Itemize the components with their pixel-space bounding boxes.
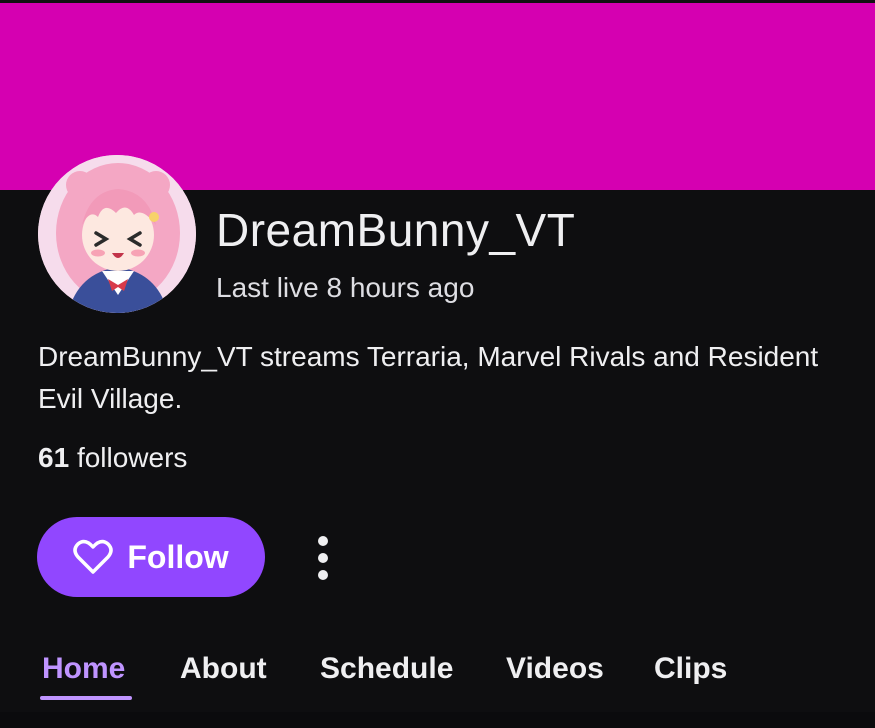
anime-girl-avatar-icon [38, 155, 196, 313]
tab-home[interactable]: Home [42, 645, 125, 693]
vertical-ellipsis-icon [318, 536, 328, 546]
tab-about[interactable]: About [180, 645, 267, 693]
active-tab-indicator [40, 696, 132, 700]
follow-button[interactable]: Follow [37, 517, 265, 597]
follow-button-label: Follow [127, 538, 229, 575]
vertical-ellipsis-icon [318, 553, 328, 563]
follower-count: 61 followers [38, 440, 187, 476]
more-options-button[interactable] [304, 532, 342, 584]
follower-count-number: 61 [38, 442, 70, 473]
follower-count-label: followers [76, 442, 188, 473]
channel-name: DreamBunny_VT [216, 204, 576, 256]
bottom-edge [0, 712, 875, 728]
heart-outline-icon [73, 539, 114, 574]
tab-videos[interactable]: Videos [506, 645, 604, 693]
channel-avatar[interactable] [38, 155, 196, 313]
channel-description: DreamBunny_VT streams Terraria, Marvel R… [38, 341, 819, 414]
tab-schedule[interactable]: Schedule [320, 645, 453, 693]
tab-clips[interactable]: Clips [654, 645, 727, 693]
vertical-ellipsis-icon [318, 570, 328, 580]
last-live-status: Last live 8 hours ago [216, 272, 475, 303]
